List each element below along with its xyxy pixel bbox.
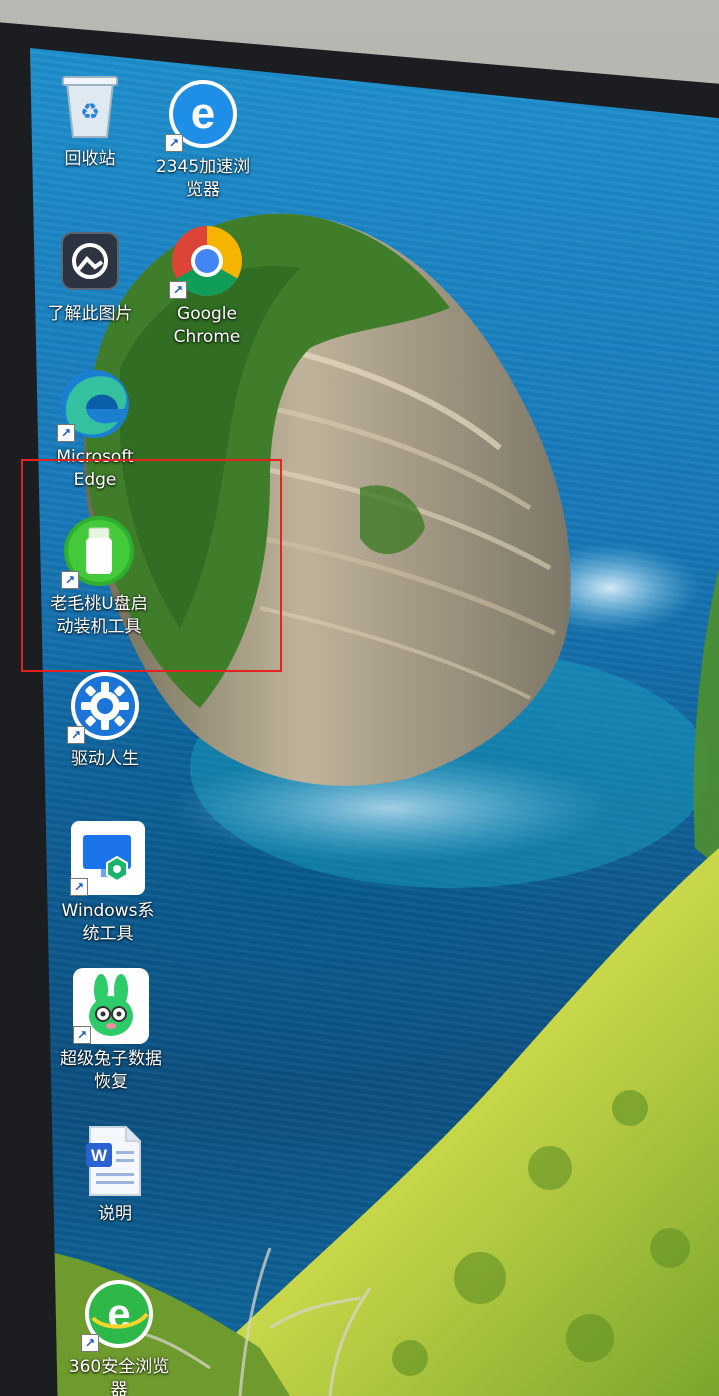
desktop-icon-google-chrome[interactable]: ↗ Google Chrome: [142, 223, 272, 349]
desktop-icon-rabbit-recovery[interactable]: ↗ 超级兔子数据 恢复: [46, 968, 176, 1094]
desktop-icon-label: 了解此图片: [47, 304, 133, 324]
monitor-tools-icon: ↗: [70, 820, 146, 896]
recycle-bin-icon: ♻: [52, 68, 128, 144]
desktop-icon-readme-doc[interactable]: W 说明: [50, 1123, 180, 1226]
image-info-icon: [52, 223, 128, 299]
shortcut-arrow-icon: ↗: [81, 1334, 99, 1352]
desktop-icon-label: 说明: [98, 1204, 132, 1224]
desktop-icon-360-browser[interactable]: e ↗ 360安全浏览 器: [54, 1276, 184, 1396]
desktop-icon-label: 驱动人生: [71, 749, 139, 769]
desktop-icon-2345-browser[interactable]: e ↗ 2345加速浏 览器: [138, 76, 268, 202]
svg-text:e: e: [191, 89, 215, 138]
gear-icon: ↗: [67, 668, 143, 744]
shortcut-arrow-icon: ↗: [165, 134, 183, 152]
desktop-screen: ♻ 回收站 e ↗ 2345加速浏 览器 了解此图片 ↗ Google Chro…: [30, 48, 719, 1396]
shortcut-arrow-icon: ↗: [57, 424, 75, 442]
svg-text:e: e: [107, 1290, 130, 1337]
highlight-box: [21, 459, 282, 672]
desktop-icon-label: 回收站: [64, 149, 116, 169]
shortcut-arrow-icon: ↗: [169, 281, 187, 299]
rabbit-icon: ↗: [73, 968, 149, 1044]
desktop-icon-image-info[interactable]: 了解此图片: [30, 223, 155, 326]
svg-text:W: W: [91, 1146, 108, 1165]
edge-icon: ↗: [57, 366, 133, 442]
shortcut-arrow-icon: ↗: [70, 878, 88, 896]
browser-e-icon: e ↗: [165, 76, 241, 152]
desktop-icon-label: 360安全浏览 器: [68, 1357, 170, 1396]
desktop-icon-driver-life[interactable]: ↗ 驱动人生: [40, 668, 170, 771]
svg-text:♻: ♻: [80, 100, 100, 125]
shortcut-arrow-icon: ↗: [67, 726, 85, 744]
shortcut-arrow-icon: ↗: [73, 1026, 91, 1044]
chrome-icon: ↗: [169, 223, 245, 299]
desktop-icon-label: 超级兔子数据 恢复: [60, 1049, 162, 1092]
desktop-icon-windows-tools[interactable]: ↗ Windows系 统工具: [43, 820, 173, 946]
desktop-icon-label: 2345加速浏 览器: [155, 157, 251, 200]
desktop-icon-label: Windows系 统工具: [61, 901, 155, 944]
desktop-icon-recycle-bin[interactable]: ♻ 回收站: [30, 68, 155, 171]
word-document-icon: W: [77, 1123, 153, 1199]
browser-360-icon: e ↗: [81, 1276, 157, 1352]
desktop-photo: ♻ 回收站 e ↗ 2345加速浏 览器 了解此图片 ↗ Google Chro…: [0, 0, 719, 1396]
desktop-icon-label: Google Chrome: [173, 304, 241, 347]
